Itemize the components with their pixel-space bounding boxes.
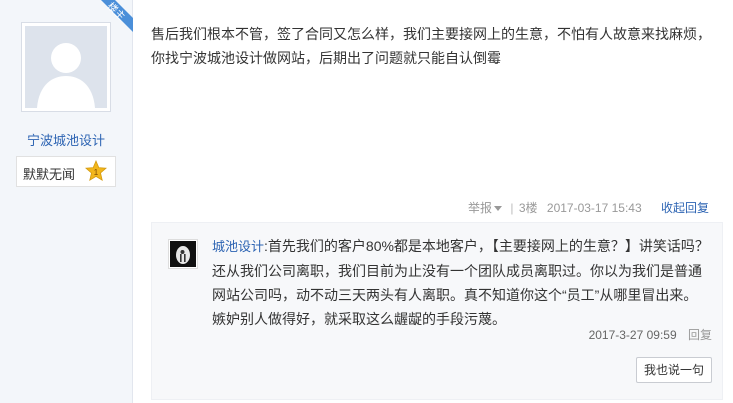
floor-number: 3楼 <box>518 201 538 215</box>
caret-down-icon <box>494 206 503 212</box>
reply-time: 2017-3-27 09:59 <box>588 328 677 342</box>
meta-separator: | <box>510 201 514 215</box>
reply-meta: 2017-3-27 09:59 回复 <box>589 326 712 344</box>
reply-username[interactable]: 城池设计 <box>212 239 264 254</box>
user-avatar-icon <box>170 241 196 267</box>
post-text-line-1: 售后我们根本不管，签了合同又怎么样，我们主要接网上的生意，不怕有人故意来找麻烦， <box>151 26 711 42</box>
reply-text: 首先我们的客户80%都是本地客户，【主要接网上的生意？】讲笑话吗？还从我们公司离… <box>212 238 709 327</box>
reply-avatar[interactable] <box>168 239 198 269</box>
reply-panel: 城池设计:首先我们的客户80%都是本地客户，【主要接网上的生意？】讲笑话吗？还从… <box>151 222 723 400</box>
star-icon: 1 <box>85 160 107 182</box>
collapse-reply-button[interactable]: 收起回复 <box>661 199 709 217</box>
rank-badge: 默默无闻 1 <box>16 156 116 187</box>
report-label: 举报 <box>468 201 493 215</box>
author-sidebar: 宁波城池设计 默默无闻 1 <box>0 0 133 403</box>
post-text-line-2: 你找宁波城池设计做网站，后期出了问题就只能自认倒霉 <box>151 50 501 66</box>
post-time: 2017-03-17 15:43 <box>546 201 642 215</box>
post-content: 售后我们根本不管，签了合同又怎么样，我们主要接网上的生意，不怕有人故意来找麻烦，… <box>151 22 721 70</box>
reply-link[interactable]: 回复 <box>688 328 712 342</box>
post-meta: 举报 | 3楼 2017-03-17 15:43 收起回复 <box>468 199 709 217</box>
rank-label: 默默无闻 <box>23 167 76 182</box>
author-username[interactable]: 宁波城池设计 <box>0 130 132 149</box>
say-something-button[interactable]: 我也说一句 <box>636 357 712 383</box>
louzhu-badge: 楼主 <box>93 0 133 40</box>
reply-content: 城池设计:首先我们的客户80%都是本地客户，【主要接网上的生意？】讲笑话吗？还从… <box>212 234 710 331</box>
report-button[interactable]: 举报 <box>468 199 505 217</box>
rank-level: 1 <box>94 168 99 177</box>
